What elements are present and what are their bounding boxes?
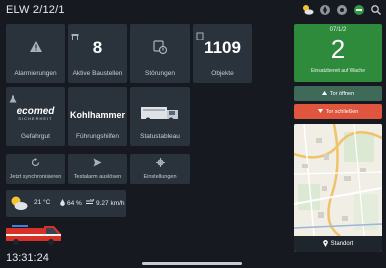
tile-statustableau[interactable]: Statustableau	[130, 87, 190, 146]
weather-icon	[302, 4, 314, 16]
arrow-up-icon	[321, 90, 327, 97]
sync-icon	[6, 158, 65, 167]
building-icon	[196, 27, 204, 41]
action-label: Jetzt synchronisieren	[9, 174, 62, 180]
humidity: 64 %	[60, 199, 82, 208]
app-title: ELW 2/12/1	[6, 4, 65, 16]
baustellen-count: 8	[92, 38, 103, 57]
tile-label: Führungshilfen	[76, 133, 119, 140]
tile-label: Statustableau	[140, 133, 180, 140]
weather-widget: 21 °C 64 % 9.27 km/h	[6, 190, 126, 217]
alarm-date: 07/1/2	[329, 27, 347, 33]
arrow-down-icon	[317, 108, 323, 115]
location-map[interactable]: Standort	[294, 124, 382, 252]
tile-alarmierungen[interactable]: Alarmierungen	[6, 24, 65, 83]
connection-status-icon	[353, 4, 365, 16]
location-pin-icon	[322, 239, 328, 249]
warning-icon	[6, 40, 65, 53]
action-label: Einstellungen	[143, 174, 177, 180]
search-icon[interactable]	[370, 4, 382, 16]
tile-aktive-baustellen[interactable]: 8 Aktive Baustellen	[68, 24, 127, 83]
barrier-icon	[71, 27, 79, 40]
droplet-icon	[60, 199, 65, 208]
side-panel: 07/1/2 2 Einsatzbereit auf Wache Tor öff…	[294, 24, 382, 252]
tile-fuehrungshilfen[interactable]: Kohlhammer Führungshilfen	[68, 87, 127, 146]
close-gate-button[interactable]: Tor schließen	[294, 104, 382, 119]
settings-button[interactable]: Einstellungen	[130, 154, 190, 184]
action-label: Testalarm auslösen	[73, 174, 122, 180]
temperature: 21 °C	[34, 199, 51, 206]
wind: 9.27 km/h	[86, 197, 125, 208]
clock: 13:31:24	[6, 252, 49, 264]
send-icon	[68, 158, 127, 167]
wind-icon	[86, 197, 94, 208]
fire-truck-icon	[130, 104, 190, 124]
kohlhammer-logo: Kohlhammer	[69, 110, 125, 120]
ecomed-logo: ecomed SICHERHEIT	[16, 106, 55, 122]
map-graphic	[294, 124, 382, 238]
tile-label: Objekte	[211, 70, 234, 77]
objekte-count: 1109	[204, 38, 241, 57]
tile-label: Aktive Baustellen	[72, 70, 123, 77]
tile-stoerungen[interactable]: Störungen	[130, 24, 190, 83]
tile-gefahrgut[interactable]: ecomed SICHERHEIT Gefahrgut	[6, 87, 65, 146]
gear-icon	[130, 158, 190, 167]
weather-icon	[10, 195, 28, 216]
alarm-status-card[interactable]: 07/1/2 2 Einsatzbereit auf Wache	[294, 24, 382, 82]
home-indicator[interactable]	[142, 262, 242, 265]
sync-button[interactable]: Jetzt synchronisieren	[6, 154, 65, 184]
tile-label: Alarmierungen	[14, 70, 57, 77]
alarm-status-label: Einsatzbereit auf Wache	[310, 68, 365, 74]
tile-label: Gefahrgut	[21, 133, 50, 140]
status-icons	[302, 3, 382, 17]
compass-icon[interactable]	[319, 4, 331, 16]
flask-icon	[9, 90, 17, 103]
alarm-count: 2	[330, 34, 346, 64]
tile-label: Störungen	[145, 70, 175, 77]
tile-objekte[interactable]: 1109 Objekte	[193, 24, 252, 83]
vehicle-image	[4, 222, 64, 246]
open-gate-button[interactable]: Tor öffnen	[294, 86, 382, 101]
disruption-icon	[130, 40, 190, 55]
signal-icon	[336, 4, 348, 16]
top-bar: ELW 2/12/1	[0, 0, 386, 20]
location-button[interactable]: Standort	[294, 236, 382, 252]
testalarm-button[interactable]: Testalarm auslösen	[68, 154, 127, 184]
